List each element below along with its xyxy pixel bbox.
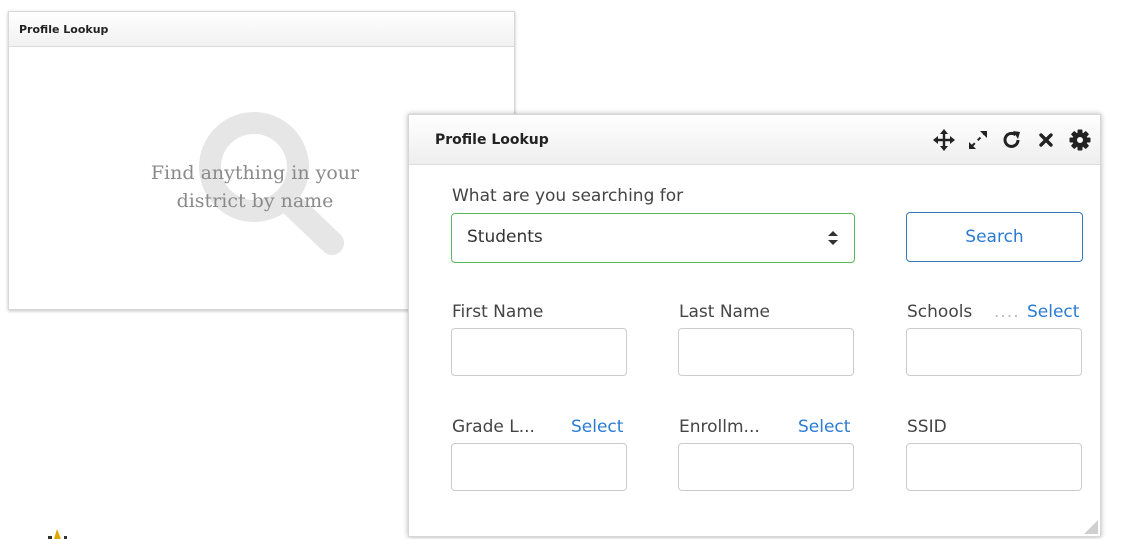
enrollment-input[interactable]	[678, 443, 854, 491]
grade-level-select-link[interactable]: Select	[571, 417, 623, 437]
resize-grip-icon[interactable]	[1084, 520, 1098, 534]
schools-input[interactable]	[906, 328, 1082, 376]
search-type-select[interactable]: Students	[451, 213, 855, 263]
schools-label: Schools	[907, 302, 973, 322]
ssid-input[interactable]	[906, 443, 1082, 491]
widget-header: Profile Lookup	[9, 12, 514, 47]
last-name-label: Last Name	[679, 302, 770, 322]
widget-header[interactable]: Profile Lookup	[409, 115, 1100, 165]
enrollment-select-link[interactable]: Select	[798, 417, 850, 437]
schools-dots: ....	[994, 302, 1020, 322]
ssid-label: SSID	[907, 417, 947, 437]
first-name-label: First Name	[452, 302, 544, 322]
cursor-icon	[48, 529, 67, 539]
widget-body: What are you searching for Students Sear…	[409, 165, 1100, 536]
sort-arrows-icon	[828, 231, 838, 245]
last-name-input[interactable]	[678, 328, 854, 376]
gear-icon[interactable]	[1068, 128, 1092, 152]
widget-title: Profile Lookup	[19, 22, 109, 36]
refresh-icon[interactable]	[1000, 128, 1024, 152]
search-type-label: What are you searching for	[452, 186, 684, 206]
search-button[interactable]: Search	[906, 212, 1083, 262]
grade-level-input[interactable]	[451, 443, 627, 491]
close-icon[interactable]	[1034, 128, 1058, 152]
grade-level-label: Grade L...	[452, 417, 535, 437]
widget-title: Profile Lookup	[435, 131, 549, 148]
schools-select-link[interactable]: Select	[1027, 302, 1079, 322]
empty-state-message: Find anything in your district by name	[119, 159, 391, 215]
widget-toolbar	[922, 128, 1092, 152]
expand-icon[interactable]	[966, 128, 990, 152]
enrollment-label: Enrollm...	[679, 417, 760, 437]
first-name-input[interactable]	[451, 328, 627, 376]
message-line: Find anything in your	[150, 162, 360, 184]
profile-lookup-widget: Profile Lookup What are you searching fo…	[408, 114, 1101, 537]
message-line: district by name	[176, 190, 334, 212]
move-icon[interactable]	[932, 128, 956, 152]
search-type-value: Students	[467, 227, 543, 247]
